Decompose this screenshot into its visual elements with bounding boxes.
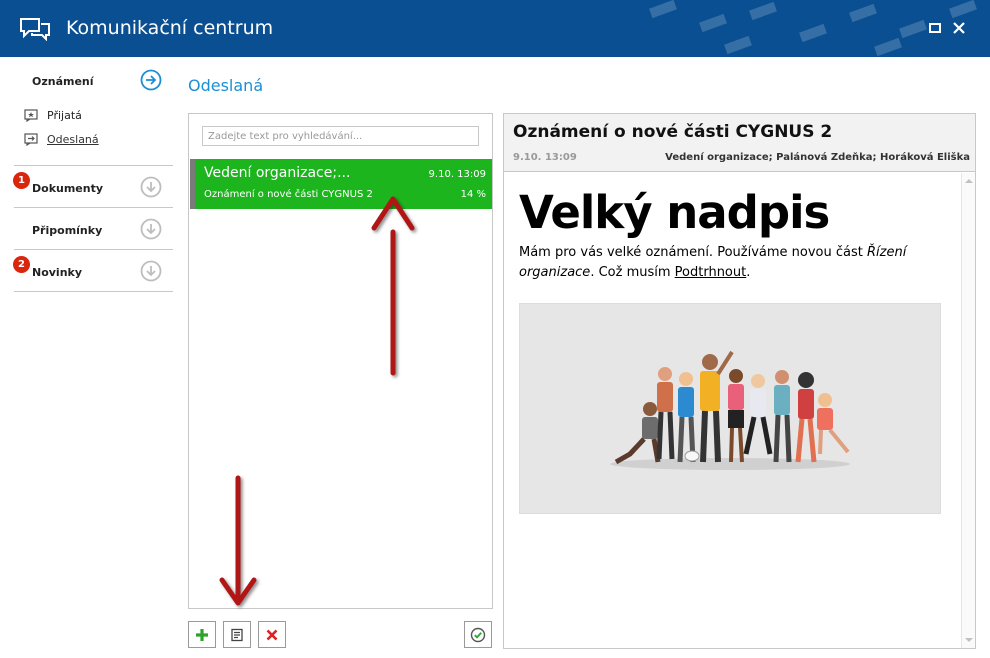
delete-button[interactable] xyxy=(258,621,286,648)
notification-badge: 1 xyxy=(13,172,30,189)
nav-section-label: Oznámení xyxy=(32,75,94,88)
message-sender: Vedení organizace;... xyxy=(204,165,351,181)
message-list-panel: Vedení organizace;... 9.10. 13:09 Oznáme… xyxy=(188,113,493,609)
list-item[interactable]: Vedení organizace;... 9.10. 13:09 Oznáme… xyxy=(190,159,492,209)
nav-section-label: Novinky xyxy=(32,266,83,279)
detail-title: Oznámení o nové části CYGNUS 2 xyxy=(513,122,833,142)
detail-header: Oznámení o nové části CYGNUS 2 9.10. 13:… xyxy=(504,114,975,172)
arrow-down-circle-icon[interactable] xyxy=(140,218,162,240)
divider xyxy=(14,249,173,250)
message-date: 9.10. 13:09 xyxy=(428,169,486,180)
window-title: Komunikační centrum xyxy=(66,17,274,39)
title-bar: Komunikační centrum xyxy=(0,0,990,57)
search-input[interactable] xyxy=(202,126,479,146)
divider xyxy=(14,165,173,166)
chat-bubbles-icon xyxy=(20,18,50,41)
detail-recipients: Vedení organizace; Palánová Zdeňka; Horá… xyxy=(665,152,970,163)
arrow-down-circle-icon[interactable] xyxy=(140,176,162,198)
message-detail-panel: Oznámení o nové části CYGNUS 2 9.10. 13:… xyxy=(503,113,976,649)
text-segment: . Což musím xyxy=(590,265,675,280)
text-segment: Mám pro vás velké oznámení. Používáme no… xyxy=(519,245,867,260)
scroll-up-icon[interactable] xyxy=(965,179,973,183)
sidebar-item-prijata[interactable]: Přijatá xyxy=(24,109,82,122)
add-button[interactable] xyxy=(188,621,216,648)
text-underline: Podtrhnout xyxy=(674,265,747,280)
sidebar-item-odeslana[interactable]: Odeslaná xyxy=(24,133,99,146)
people-group-illustration xyxy=(610,350,850,470)
text-segment: . xyxy=(746,265,751,280)
read-percent: 14 % xyxy=(460,189,486,200)
delete-x-icon xyxy=(266,629,278,640)
detail-date: 9.10. 13:09 xyxy=(513,152,577,163)
divider xyxy=(14,207,173,208)
notification-badge: 2 xyxy=(13,256,30,273)
content-text: Mám pro vás velké oznámení. Používáme no… xyxy=(519,243,959,283)
sidebar-item-label: Přijatá xyxy=(47,109,82,122)
scroll-down-icon[interactable] xyxy=(965,638,973,642)
sidebar-item-label: Odeslaná xyxy=(47,133,99,146)
left-navigation: Oznámení Přijatá Odeslaná 1 Dokumenty Př… xyxy=(0,57,180,658)
inbox-star-icon xyxy=(24,109,38,122)
nav-section-label: Připomínky xyxy=(32,224,103,237)
arrow-right-circle-icon[interactable] xyxy=(140,69,162,91)
nav-section-label: Dokumenty xyxy=(32,182,104,195)
content-heading: Velký nadpis xyxy=(519,186,830,239)
plus-icon xyxy=(196,628,208,641)
content-image xyxy=(519,303,941,514)
check-circle-icon xyxy=(470,627,486,642)
message-subject: Oznámení o nové části CYGNUS 2 xyxy=(204,189,373,200)
divider xyxy=(14,291,173,292)
document-icon xyxy=(231,628,243,641)
page-title: Odeslaná xyxy=(188,76,264,95)
maximize-icon[interactable] xyxy=(927,20,943,36)
edit-button[interactable] xyxy=(223,621,251,648)
close-icon[interactable] xyxy=(951,20,967,36)
confirm-button[interactable] xyxy=(464,621,492,648)
vertical-scrollbar[interactable] xyxy=(961,173,975,648)
outbox-arrow-icon xyxy=(24,133,38,146)
arrow-down-circle-icon[interactable] xyxy=(140,260,162,282)
